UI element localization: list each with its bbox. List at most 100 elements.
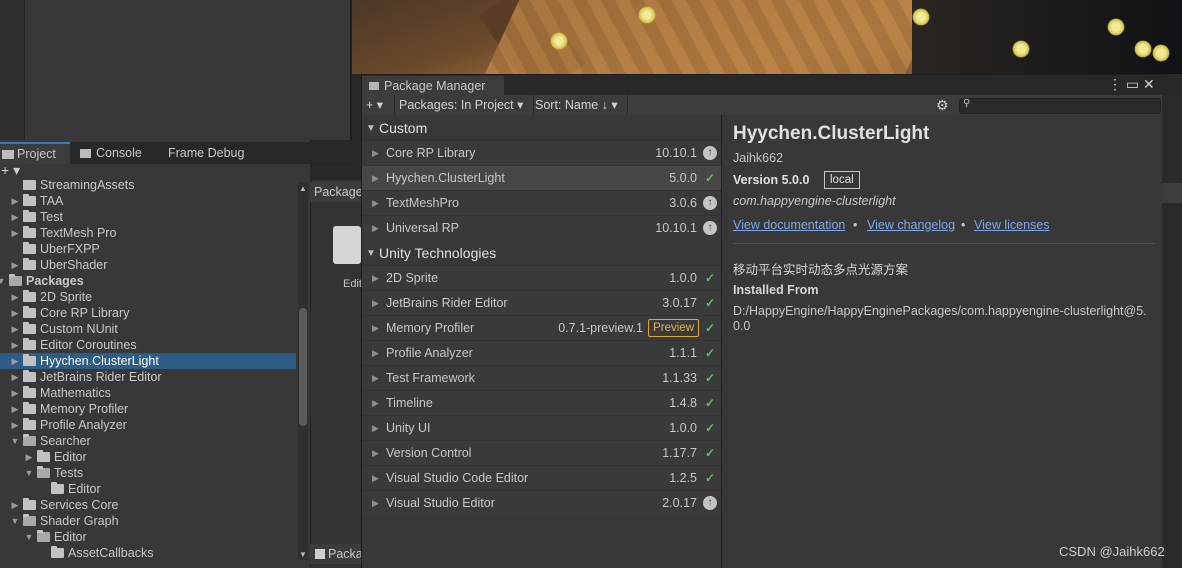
package-row[interactable]: ▶ Universal RP 10.10.1 ↑	[362, 215, 721, 240]
package-row[interactable]: ▶ Visual Studio Code Editor 1.2.5 ✓	[362, 465, 721, 490]
light-bulb-icon[interactable]	[1152, 44, 1170, 62]
folder-icon[interactable]	[333, 226, 361, 264]
package-row[interactable]: ▶ TextMeshPro 3.0.6 ↑	[362, 190, 721, 215]
expand-right-icon[interactable]: ▶	[10, 353, 20, 369]
tree-row[interactable]: ▶ Mathematics	[0, 385, 296, 401]
expand-right-icon[interactable]: ▶	[372, 341, 379, 365]
view-documentation-link[interactable]: View documentation	[733, 218, 845, 232]
asset-label[interactable]: Edit	[343, 278, 362, 290]
light-bulb-icon[interactable]	[638, 6, 656, 24]
expand-right-icon[interactable]: ▶	[372, 166, 379, 190]
expand-right-icon[interactable]: ▶	[10, 385, 20, 401]
tree-row[interactable]: ▼ Editor	[0, 529, 296, 545]
expand-right-icon[interactable]: ▶	[372, 266, 379, 290]
expand-right-icon[interactable]: ▶	[10, 225, 20, 241]
create-button[interactable]: + ▾	[1, 162, 20, 179]
expand-right-icon[interactable]: ▶	[372, 441, 379, 465]
window-controls[interactable]: ⋮ ▭ ✕	[1108, 76, 1160, 94]
expand-right-icon[interactable]: ▶	[372, 191, 379, 215]
expand-right-icon[interactable]: ▶	[24, 449, 34, 465]
package-manager-tab[interactable]: Package Manager	[362, 76, 504, 96]
package-row[interactable]: ▶ Memory Profiler 0.7.1-preview.1 Preview ✓	[362, 315, 721, 340]
expand-down-icon[interactable]: ▼	[0, 273, 6, 289]
project-folder-tree[interactable]: StreamingAssets ▶ TAA ▶ Test ▶ TextMesh Pro Ube…	[0, 180, 298, 562]
expand-right-icon[interactable]: ▶	[10, 289, 20, 305]
expand-right-icon[interactable]: ▶	[372, 291, 379, 315]
tree-row[interactable]: ▶ Memory Profiler	[0, 401, 296, 417]
collapse-icon[interactable]: ▼	[366, 116, 376, 141]
expand-right-icon[interactable]: ▶	[10, 305, 20, 321]
expand-right-icon[interactable]: ▶	[10, 401, 20, 417]
expand-right-icon[interactable]: ▶	[10, 209, 20, 225]
expand-down-icon[interactable]: ▼	[10, 513, 20, 529]
expand-right-icon[interactable]: ▶	[372, 466, 379, 490]
scene-view[interactable]	[352, 0, 1182, 74]
light-bulb-icon[interactable]	[912, 8, 930, 26]
expand-right-icon[interactable]: ▶	[10, 257, 20, 273]
light-bulb-icon[interactable]	[550, 32, 568, 50]
package-row[interactable]: ▶ Version Control 1.17.7 ✓	[362, 440, 721, 465]
tree-row[interactable]: ▶ JetBrains Rider Editor	[0, 369, 296, 385]
tree-row[interactable]: ▶ Test	[0, 209, 296, 225]
packages-filter-dropdown[interactable]: Packages: In Project ▾	[396, 95, 534, 115]
tree-row[interactable]: ▼ Packages	[0, 273, 296, 289]
scroll-up-arrow[interactable]: ▲	[299, 184, 307, 193]
tab-frame-debug[interactable]: Frame Debug	[168, 142, 244, 164]
tree-row[interactable]: ▶ Profile Analyzer	[0, 417, 296, 433]
scroll-down-arrow[interactable]: ▼	[299, 550, 307, 559]
add-package-button[interactable]: + ▾	[366, 95, 395, 115]
view-changelog-link[interactable]: View changelog	[867, 218, 955, 232]
light-bulb-icon[interactable]	[1134, 40, 1152, 58]
package-row[interactable]: ▶ 2D Sprite 1.0.0 ✓	[362, 265, 721, 290]
package-row[interactable]: ▶ Hyychen.ClusterLight 5.0.0 ✓	[362, 165, 721, 190]
expand-right-icon[interactable]: ▶	[372, 141, 379, 165]
collapse-icon[interactable]: ▼	[366, 241, 376, 266]
tree-row[interactable]: ▶ TAA	[0, 193, 296, 209]
tab-console[interactable]: Console	[80, 142, 142, 164]
assets-breadcrumb[interactable]: Package	[310, 182, 362, 202]
tree-row[interactable]: Editor	[0, 481, 296, 497]
expand-down-icon[interactable]: ▼	[10, 433, 20, 449]
tree-row[interactable]: ▼ Tests	[0, 465, 296, 481]
expand-down-icon[interactable]: ▼	[24, 529, 34, 545]
expand-right-icon[interactable]: ▶	[10, 369, 20, 385]
expand-down-icon[interactable]: ▼	[24, 465, 34, 481]
view-licenses-link[interactable]: View licenses	[974, 218, 1050, 232]
package-row[interactable]: ▶ Timeline 1.4.8 ✓	[362, 390, 721, 415]
tree-row[interactable]: ▼ Searcher	[0, 433, 296, 449]
package-search-input[interactable]: ⚲	[959, 98, 1161, 114]
tree-row[interactable]: ▶ Hyychen.ClusterLight	[0, 353, 296, 369]
expand-right-icon[interactable]: ▶	[372, 366, 379, 390]
tab-project[interactable]: Project	[0, 142, 70, 164]
tree-row[interactable]: ▶ Core RP Library	[0, 305, 296, 321]
expand-right-icon[interactable]: ▶	[372, 416, 379, 440]
light-bulb-icon[interactable]	[1012, 40, 1030, 58]
package-group-header[interactable]: ▼ Custom	[362, 116, 721, 141]
tree-row[interactable]: ▶ Custom NUnit	[0, 321, 296, 337]
settings-gear-icon[interactable]: ⚙	[936, 95, 952, 115]
expand-right-icon[interactable]: ▶	[372, 216, 379, 240]
tree-row[interactable]: ▶ 2D Sprite	[0, 289, 296, 305]
expand-right-icon[interactable]: ▶	[10, 417, 20, 433]
expand-right-icon[interactable]: ▶	[372, 391, 379, 415]
expand-right-icon[interactable]: ▶	[372, 491, 379, 515]
tree-row[interactable]: ▶ Editor Coroutines	[0, 337, 296, 353]
package-row[interactable]: ▶ Profile Analyzer 1.1.1 ✓	[362, 340, 721, 365]
tree-row[interactable]: StreamingAssets	[0, 180, 296, 193]
tree-row[interactable]: ▶ Services Core	[0, 497, 296, 513]
package-row[interactable]: ▶ Test Framework 1.1.33 ✓	[362, 365, 721, 390]
expand-right-icon[interactable]: ▶	[10, 321, 20, 337]
sort-dropdown[interactable]: Sort: Name ↓ ▾	[533, 95, 628, 115]
tree-row[interactable]: UberFXPP	[0, 241, 296, 257]
expand-right-icon[interactable]: ▶	[10, 193, 20, 209]
tree-row[interactable]: ▶ UberShader	[0, 257, 296, 273]
package-row[interactable]: ▶ Visual Studio Editor 2.0.17 ↑	[362, 490, 721, 515]
package-row[interactable]: ▶ Unity UI 1.0.0 ✓	[362, 415, 721, 440]
expand-right-icon[interactable]: ▶	[10, 497, 20, 513]
expand-right-icon[interactable]: ▶	[372, 316, 379, 340]
tree-row[interactable]: AssetCallbacks	[0, 545, 296, 561]
tree-scrollbar-thumb[interactable]	[299, 308, 307, 426]
light-bulb-icon[interactable]	[1107, 18, 1125, 36]
package-row[interactable]: ▶ JetBrains Rider Editor 3.0.17 ✓	[362, 290, 721, 315]
tree-row[interactable]: ▼ Shader Graph	[0, 513, 296, 529]
